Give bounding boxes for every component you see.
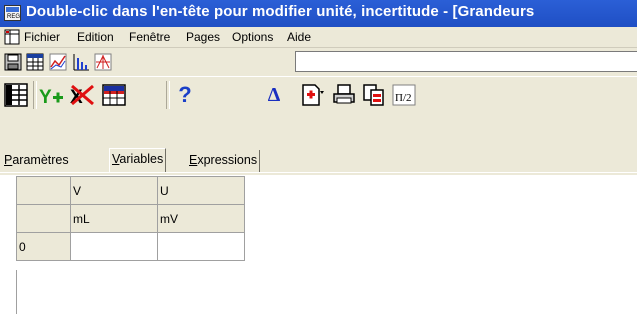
tab-expressions[interactable]: Expressions — [187, 150, 261, 172]
variables-table: V U mL mV 0 — [16, 176, 245, 261]
print-icon[interactable] — [331, 82, 357, 108]
data-cell-v[interactable] — [70, 232, 158, 261]
document-icon[interactable] — [4, 29, 20, 45]
copy-page-icon[interactable] — [361, 82, 387, 108]
pi-half-icon[interactable]: Π/2 — [391, 82, 417, 108]
diagram-icon[interactable] — [94, 53, 112, 71]
data-cell-u[interactable] — [157, 232, 245, 261]
new-page-icon[interactable] — [299, 82, 325, 108]
menu-bar: Fichier Edition Fenêtre Pages Options Ai… — [0, 27, 637, 48]
row-index: 0 — [16, 232, 71, 261]
app-icon[interactable]: REG — [4, 5, 21, 21]
save-icon[interactable] — [4, 53, 22, 71]
unit-label-cell — [16, 204, 71, 233]
help-icon[interactable]: ? — [174, 82, 196, 108]
unit-cell-u[interactable]: mV — [157, 204, 245, 233]
tab-divider — [0, 172, 637, 173]
toolbar-main: Y X ? Δ Π/2 — [0, 77, 637, 113]
line-graph-icon[interactable] — [49, 53, 67, 71]
table-row: 0 — [16, 232, 245, 261]
corner-cell — [16, 176, 71, 205]
svg-text:Π/2: Π/2 — [395, 92, 412, 104]
variables-list-icon[interactable] — [3, 82, 29, 108]
expression-input[interactable] — [295, 51, 637, 72]
title-bar[interactable]: REG Double-clic dans l'en-tête pour modi… — [0, 0, 637, 27]
column-header-u[interactable]: U — [157, 176, 245, 205]
table-unit-row: mL mV — [16, 204, 245, 233]
delete-x-icon[interactable]: X — [69, 82, 95, 108]
menu-aide[interactable]: Aide — [287, 30, 311, 44]
table-view-icon[interactable] — [26, 53, 44, 71]
toolbar-separator — [166, 81, 170, 109]
column-header-v[interactable]: V — [70, 176, 158, 205]
window-title: Double-clic dans l'en-tête pour modifier… — [26, 3, 535, 20]
menu-options[interactable]: Options — [232, 30, 273, 44]
menu-pages[interactable]: Pages — [186, 30, 220, 44]
add-y-icon[interactable]: Y — [38, 82, 64, 108]
bar-graph-icon[interactable] — [72, 53, 90, 71]
unit-cell-v[interactable]: mL — [70, 204, 158, 233]
menu-fenetre[interactable]: Fenêtre — [129, 30, 170, 44]
tab-parametres[interactable]: Paramètres — [2, 150, 71, 172]
table-edge — [16, 270, 17, 314]
tabs-background — [0, 113, 637, 175]
grid-table-icon[interactable] — [101, 82, 127, 108]
svg-text:Y: Y — [39, 87, 52, 108]
tab-variables[interactable]: Variables — [109, 148, 167, 173]
svg-text:REG: REG — [7, 14, 20, 20]
toolbar-separator — [33, 81, 37, 109]
menu-fichier[interactable]: Fichier — [24, 30, 60, 44]
delta-icon[interactable]: Δ — [263, 82, 285, 108]
menu-edition[interactable]: Edition — [77, 30, 114, 44]
table-header-row: V U — [16, 176, 245, 205]
toolbar-top — [0, 48, 637, 76]
